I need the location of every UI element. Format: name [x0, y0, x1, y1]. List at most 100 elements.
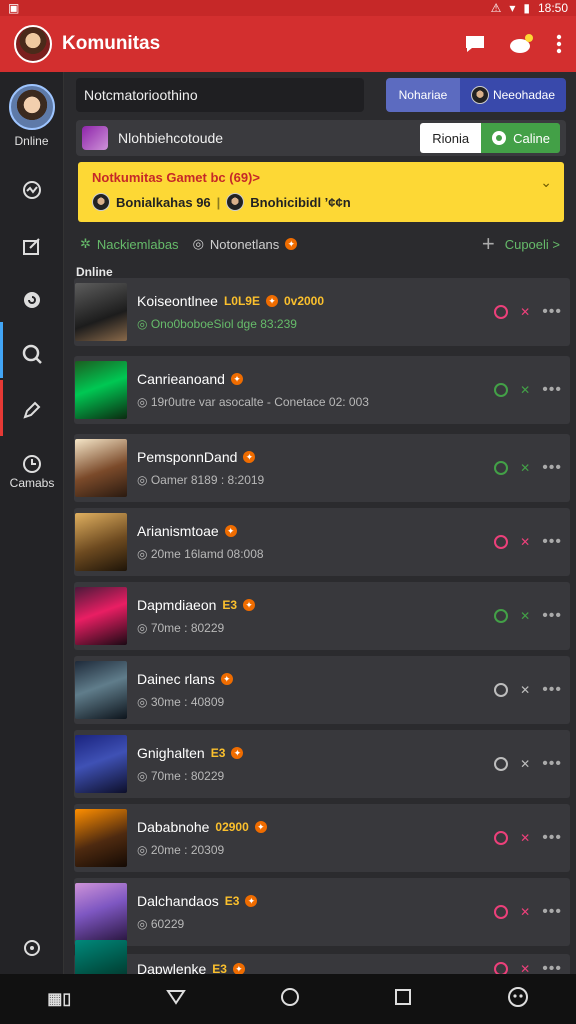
presence-icon[interactable]	[494, 757, 509, 771]
sidebar-avatar[interactable]	[8, 84, 55, 130]
member-badge: 02900	[215, 820, 249, 834]
member-row[interactable]: PemsponnDand ✦ ◎ Oamer 8189 : 8:2019 ✕ •…	[74, 434, 570, 502]
tab-notifications[interactable]: ◎ Notonetlans ✦	[193, 236, 298, 252]
verified-icon: ✦	[245, 895, 258, 907]
page-title: Komunitas	[62, 33, 161, 54]
online-button[interactable]: Caline	[481, 123, 560, 153]
app-status-icon: ▣	[8, 1, 20, 15]
member-avatar[interactable]	[75, 587, 127, 645]
close-icon[interactable]: ✕	[520, 461, 530, 475]
member-row[interactable]: Canrieanoand ✦ ◎ 19r0utre var asocalte -…	[74, 356, 570, 424]
chevron-down-icon[interactable]: ⌄	[540, 174, 552, 191]
toggle-right-button[interactable]: Neeohadae	[460, 78, 566, 112]
notification-icon[interactable]	[508, 33, 534, 55]
member-avatar[interactable]	[75, 513, 127, 571]
notice-user2-avatar	[226, 193, 245, 211]
more-horiz-icon[interactable]: •••	[542, 459, 562, 477]
member-avatar[interactable]	[75, 809, 127, 867]
sidebar-bottom-label: Camabs	[9, 476, 55, 490]
recents-grid-icon[interactable]: ▦▯	[47, 989, 71, 1009]
badge-icon: ✦	[285, 238, 298, 250]
member-avatar[interactable]	[75, 735, 127, 793]
notice-title: Notkumitas Gamet bc (69)>	[92, 170, 260, 185]
home-icon[interactable]	[280, 987, 300, 1012]
sidebar-item-search[interactable]	[0, 334, 64, 374]
more-horiz-icon[interactable]: •••	[542, 533, 562, 551]
presence-icon[interactable]	[494, 305, 509, 319]
member-status-icon: ◎	[137, 317, 151, 331]
more-horiz-icon[interactable]: •••	[542, 303, 562, 321]
open-link[interactable]: Cupoeli >	[505, 237, 560, 252]
notice-banner[interactable]: Notkumitas Gamet bc (69)> Bonialkahas 96…	[78, 162, 564, 222]
status-time: 18:50	[537, 1, 568, 15]
presence-icon[interactable]	[494, 609, 509, 623]
close-icon[interactable]: ✕	[520, 609, 530, 623]
member-avatar[interactable]	[75, 883, 127, 941]
primary-button[interactable]: Rionia	[420, 123, 482, 153]
presence-icon[interactable]	[494, 461, 509, 475]
presence-icon[interactable]	[494, 683, 509, 697]
back-icon[interactable]	[165, 989, 186, 1010]
close-icon[interactable]: ✕	[520, 757, 530, 771]
toggle-left-button[interactable]: Nohariae	[386, 78, 460, 112]
more-horiz-icon[interactable]: •••	[542, 903, 562, 921]
more-horiz-icon[interactable]: •••	[542, 755, 562, 773]
presence-icon[interactable]	[494, 831, 509, 845]
assistant-icon[interactable]	[507, 986, 529, 1013]
member-subtitle-text: 70me : 80229	[150, 621, 225, 635]
member-row[interactable]: Koiseontlnee L0L9E ✦ 0v2000 ◎ Ono0boboeS…	[74, 278, 570, 346]
notice-user1-avatar	[92, 193, 110, 211]
more-horiz-icon[interactable]: •••	[542, 829, 562, 847]
profile-avatar[interactable]	[14, 25, 52, 63]
sidebar-item-refresh[interactable]	[0, 280, 64, 320]
verified-icon: ✦	[243, 599, 256, 611]
close-icon[interactable]: ✕	[520, 383, 530, 397]
more-horiz-icon[interactable]: •••	[542, 607, 562, 625]
clock-icon	[23, 455, 41, 473]
chat-icon[interactable]	[464, 34, 486, 54]
more-horiz-icon[interactable]: •••	[542, 381, 562, 399]
member-row[interactable]: Dainec rlans ✦ ◎ 30me : 40809 ✕ •••	[74, 656, 570, 724]
close-icon[interactable]: ✕	[520, 683, 530, 697]
close-icon[interactable]: ✕	[520, 535, 530, 549]
member-row[interactable]: Arianismtoae ✦ ◎ 20me 16lamd 08:008 ✕ ••…	[74, 508, 570, 576]
member-subtitle: ◎ 70me : 80229	[137, 769, 494, 783]
add-icon[interactable]: +	[482, 231, 495, 257]
overview-icon[interactable]	[394, 988, 412, 1011]
member-row[interactable]: Gnighalten E3 ✦ ◎ 70me : 80229 ✕ •••	[74, 730, 570, 798]
settings-icon: ✲	[80, 236, 91, 251]
close-icon[interactable]: ✕	[520, 305, 530, 319]
presence-icon[interactable]	[494, 535, 509, 549]
search-input[interactable]: Notcmatorioothino	[76, 78, 364, 112]
alert-icon: ⚠	[490, 1, 502, 15]
verified-icon: ✦	[243, 451, 256, 463]
member-avatar[interactable]	[75, 661, 127, 719]
status-bar: ▣ ⚠ ▾ ▮ 18:50	[0, 0, 576, 16]
more-horiz-icon[interactable]: •••	[542, 681, 562, 699]
member-avatar[interactable]	[75, 361, 127, 419]
member-info: Canrieanoand ✦ ◎ 19r0utre var asocalte -…	[137, 371, 494, 409]
sidebar-item-compose[interactable]	[0, 390, 64, 430]
member-name-line: Arianismtoae ✦	[137, 523, 494, 539]
member-row[interactable]: Dalchandaos E3 ✦ ◎ 60229 ✕ •••	[74, 878, 570, 946]
member-info: Koiseontlnee L0L9E ✦ 0v2000 ◎ Ono0boboeS…	[137, 293, 494, 331]
tab-members[interactable]: ✲ Nackiemlabas	[80, 236, 179, 252]
more-vert-icon[interactable]	[556, 34, 562, 54]
tab-members-label: Nackiemlabas	[96, 236, 179, 252]
member-row[interactable]: Dababnohe 02900 ✦ ◎ 20me : 20309 ✕ •••	[74, 804, 570, 872]
close-icon[interactable]: ✕	[520, 905, 530, 919]
edit-icon	[23, 238, 40, 255]
search-icon	[22, 344, 42, 364]
sidebar-item-activity[interactable]	[0, 170, 64, 210]
presence-icon[interactable]	[494, 383, 509, 397]
member-row[interactable]: Dapmdiaeon E3 ✦ ◎ 70me : 80229 ✕ •••	[74, 582, 570, 650]
sidebar-item-settings[interactable]	[0, 928, 64, 968]
member-subtitle-text: 60229	[150, 917, 185, 931]
member-avatar[interactable]	[75, 439, 127, 497]
sidebar-item-edit[interactable]	[0, 226, 64, 266]
member-avatar[interactable]	[75, 283, 127, 341]
sidebar: Dnline Camabs	[0, 72, 64, 974]
user-avatar-icon	[470, 86, 489, 104]
presence-icon[interactable]	[494, 905, 509, 919]
close-icon[interactable]: ✕	[520, 831, 530, 845]
